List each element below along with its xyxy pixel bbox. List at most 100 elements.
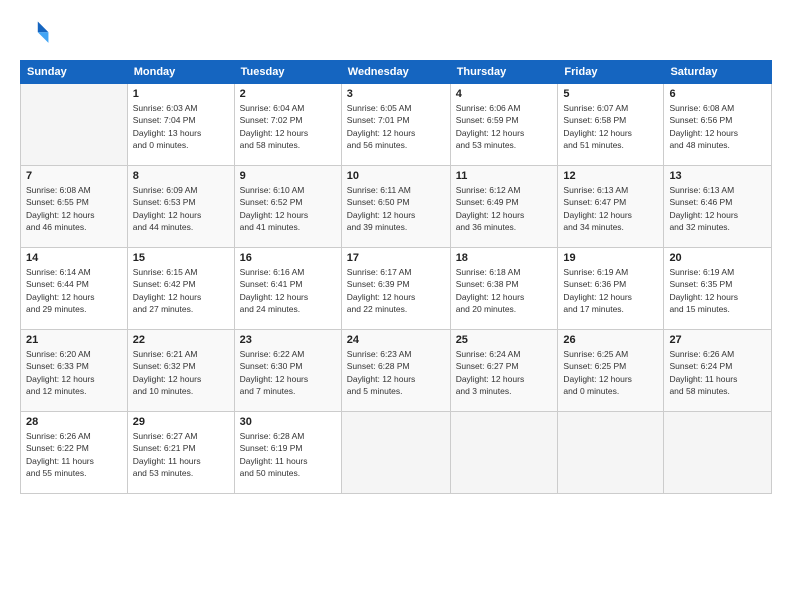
weekday-header-wednesday: Wednesday [341,61,450,84]
calendar-cell: 19 Sunrise: 6:19 AM Sunset: 6:36 PM Dayli… [558,248,664,330]
week-row-3: 14 Sunrise: 6:14 AM Sunset: 6:44 PM Dayli… [21,248,772,330]
day-number: 20 [669,252,766,264]
calendar-cell: 28 Sunrise: 6:26 AM Sunset: 6:22 PM Dayli… [21,412,128,494]
day-number: 6 [669,88,766,100]
weekday-header-row: SundayMondayTuesdayWednesdayThursdayFrid… [21,61,772,84]
weekday-header-thursday: Thursday [450,61,558,84]
day-info: Sunrise: 6:04 AM Sunset: 7:02 PM Dayligh… [240,102,336,151]
day-number: 2 [240,88,336,100]
day-info: Sunrise: 6:21 AM Sunset: 6:32 PM Dayligh… [133,348,229,397]
calendar-cell: 23 Sunrise: 6:22 AM Sunset: 6:30 PM Dayli… [234,330,341,412]
day-number: 29 [133,416,229,428]
weekday-header-sunday: Sunday [21,61,128,84]
logo-icon [20,18,52,50]
header [20,18,772,50]
week-row-5: 28 Sunrise: 6:26 AM Sunset: 6:22 PM Dayli… [21,412,772,494]
day-number: 1 [133,88,229,100]
day-info: Sunrise: 6:05 AM Sunset: 7:01 PM Dayligh… [347,102,445,151]
day-number: 15 [133,252,229,264]
day-number: 17 [347,252,445,264]
calendar-cell: 14 Sunrise: 6:14 AM Sunset: 6:44 PM Dayli… [21,248,128,330]
day-info: Sunrise: 6:08 AM Sunset: 6:56 PM Dayligh… [669,102,766,151]
day-info: Sunrise: 6:19 AM Sunset: 6:36 PM Dayligh… [563,266,658,315]
calendar: SundayMondayTuesdayWednesdayThursdayFrid… [20,60,772,494]
calendar-cell: 25 Sunrise: 6:24 AM Sunset: 6:27 PM Dayli… [450,330,558,412]
week-row-1: 1 Sunrise: 6:03 AM Sunset: 7:04 PM Daylig… [21,84,772,166]
calendar-cell [21,84,128,166]
calendar-cell: 8 Sunrise: 6:09 AM Sunset: 6:53 PM Daylig… [127,166,234,248]
calendar-cell [558,412,664,494]
day-info: Sunrise: 6:25 AM Sunset: 6:25 PM Dayligh… [563,348,658,397]
day-info: Sunrise: 6:11 AM Sunset: 6:50 PM Dayligh… [347,184,445,233]
day-info: Sunrise: 6:12 AM Sunset: 6:49 PM Dayligh… [456,184,553,233]
day-number: 27 [669,334,766,346]
day-number: 28 [26,416,122,428]
day-number: 21 [26,334,122,346]
calendar-cell [450,412,558,494]
calendar-cell: 1 Sunrise: 6:03 AM Sunset: 7:04 PM Daylig… [127,84,234,166]
day-number: 23 [240,334,336,346]
calendar-cell: 26 Sunrise: 6:25 AM Sunset: 6:25 PM Dayli… [558,330,664,412]
day-number: 8 [133,170,229,182]
calendar-cell: 13Sunrise: 6:13 AM Sunset: 6:46 PM Dayli… [664,166,772,248]
day-info: Sunrise: 6:18 AM Sunset: 6:38 PM Dayligh… [456,266,553,315]
day-number: 30 [240,416,336,428]
calendar-cell: 5 Sunrise: 6:07 AM Sunset: 6:58 PM Daylig… [558,84,664,166]
day-info: Sunrise: 6:22 AM Sunset: 6:30 PM Dayligh… [240,348,336,397]
calendar-cell: 6 Sunrise: 6:08 AM Sunset: 6:56 PM Daylig… [664,84,772,166]
day-number: 12 [563,170,658,182]
day-number: 19 [563,252,658,264]
calendar-cell: 24 Sunrise: 6:23 AM Sunset: 6:28 PM Dayli… [341,330,450,412]
day-info: Sunrise: 6:28 AM Sunset: 6:19 PM Dayligh… [240,430,336,479]
weekday-header-tuesday: Tuesday [234,61,341,84]
calendar-cell: 4 Sunrise: 6:06 AM Sunset: 6:59 PM Daylig… [450,84,558,166]
day-number: 3 [347,88,445,100]
day-number: 9 [240,170,336,182]
day-number: 5 [563,88,658,100]
day-info: Sunrise: 6:14 AM Sunset: 6:44 PM Dayligh… [26,266,122,315]
calendar-cell: 18 Sunrise: 6:18 AM Sunset: 6:38 PM Dayli… [450,248,558,330]
day-info: Sunrise: 6:27 AM Sunset: 6:21 PM Dayligh… [133,430,229,479]
day-info: Sunrise: 6:26 AM Sunset: 6:22 PM Dayligh… [26,430,122,479]
day-info: Sunrise: 6:15 AM Sunset: 6:42 PM Dayligh… [133,266,229,315]
day-info: Sunrise: 6:07 AM Sunset: 6:58 PM Dayligh… [563,102,658,151]
day-info: Sunrise: 6:24 AM Sunset: 6:27 PM Dayligh… [456,348,553,397]
calendar-cell: 16Sunrise: 6:16 AM Sunset: 6:41 PM Dayli… [234,248,341,330]
day-info: Sunrise: 6:06 AM Sunset: 6:59 PM Dayligh… [456,102,553,151]
day-number: 10 [347,170,445,182]
day-info: Sunrise: 6:19 AM Sunset: 6:35 PM Dayligh… [669,266,766,315]
day-number: 24 [347,334,445,346]
calendar-cell: 9Sunrise: 6:10 AM Sunset: 6:52 PM Daylig… [234,166,341,248]
day-number: 11 [456,170,553,182]
day-info: Sunrise: 6:20 AM Sunset: 6:33 PM Dayligh… [26,348,122,397]
day-info: Sunrise: 6:23 AM Sunset: 6:28 PM Dayligh… [347,348,445,397]
day-info: Sunrise: 6:09 AM Sunset: 6:53 PM Dayligh… [133,184,229,233]
calendar-cell: 15 Sunrise: 6:15 AM Sunset: 6:42 PM Dayli… [127,248,234,330]
calendar-cell: 3 Sunrise: 6:05 AM Sunset: 7:01 PM Daylig… [341,84,450,166]
day-info: Sunrise: 6:03 AM Sunset: 7:04 PM Dayligh… [133,102,229,151]
calendar-cell: 11 Sunrise: 6:12 AM Sunset: 6:49 PM Dayli… [450,166,558,248]
day-number: 13 [669,170,766,182]
weekday-header-monday: Monday [127,61,234,84]
day-info: Sunrise: 6:17 AM Sunset: 6:39 PM Dayligh… [347,266,445,315]
calendar-cell: 30 Sunrise: 6:28 AM Sunset: 6:19 PM Dayli… [234,412,341,494]
weekday-header-saturday: Saturday [664,61,772,84]
day-number: 4 [456,88,553,100]
calendar-cell: 17 Sunrise: 6:17 AM Sunset: 6:39 PM Dayli… [341,248,450,330]
day-number: 16 [240,252,336,264]
day-number: 22 [133,334,229,346]
day-info: Sunrise: 6:08 AM Sunset: 6:55 PM Dayligh… [26,184,122,233]
calendar-cell: 20 Sunrise: 6:19 AM Sunset: 6:35 PM Dayli… [664,248,772,330]
calendar-cell: 27Sunrise: 6:26 AM Sunset: 6:24 PM Dayli… [664,330,772,412]
calendar-cell: 7 Sunrise: 6:08 AM Sunset: 6:55 PM Daylig… [21,166,128,248]
day-number: 7 [26,170,122,182]
day-number: 26 [563,334,658,346]
page: SundayMondayTuesdayWednesdayThursdayFrid… [0,0,792,612]
calendar-cell: 2 Sunrise: 6:04 AM Sunset: 7:02 PM Daylig… [234,84,341,166]
day-number: 14 [26,252,122,264]
day-number: 25 [456,334,553,346]
week-row-2: 7 Sunrise: 6:08 AM Sunset: 6:55 PM Daylig… [21,166,772,248]
weekday-header-friday: Friday [558,61,664,84]
calendar-cell: 21 Sunrise: 6:20 AM Sunset: 6:33 PM Dayli… [21,330,128,412]
day-number: 18 [456,252,553,264]
